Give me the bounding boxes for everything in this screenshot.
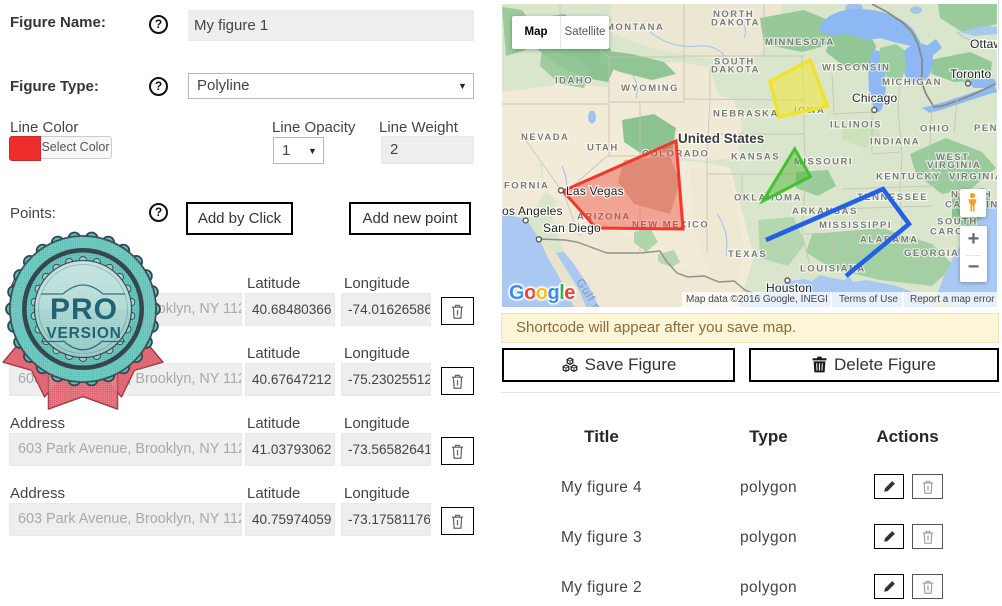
svg-text:MICHIGAN: MICHIGAN <box>882 77 942 88</box>
svg-text:Las Vegas: Las Vegas <box>566 184 624 198</box>
svg-text:San Diego: San Diego <box>543 221 601 235</box>
svg-text:PRO: PRO <box>50 293 118 326</box>
svg-text:Ottawa: Ottawa <box>970 37 997 51</box>
svg-text:Chicago: Chicago <box>852 91 898 105</box>
svg-text:INDIANA: INDIANA <box>870 137 920 148</box>
svg-text:MISSISSIPPI: MISSISSIPPI <box>819 220 892 231</box>
svg-text:VIRGINIA: VIRGINIA <box>949 172 997 183</box>
svg-text:ILLINOIS: ILLINOIS <box>830 120 882 131</box>
svg-text:WYOMING: WYOMING <box>621 83 679 94</box>
svg-text:VERSION: VERSION <box>46 325 121 342</box>
svg-text:VIRGINIA: VIRGINIA <box>927 160 981 171</box>
svg-text:MINNESOTA: MINNESOTA <box>765 37 835 48</box>
svg-text:KANSAS: KANSAS <box>731 152 780 163</box>
svg-text:WISCONSIN: WISCONSIN <box>822 63 890 74</box>
svg-text:NEBRASKA: NEBRASKA <box>713 109 779 120</box>
svg-text:United States: United States <box>678 131 764 146</box>
svg-text:MONTANA: MONTANA <box>606 22 664 33</box>
svg-text:Toronto: Toronto <box>950 67 992 81</box>
svg-text:IDAHO: IDAHO <box>555 76 593 87</box>
svg-text:GEORGIA: GEORGIA <box>904 248 959 259</box>
svg-text:DAKOTA: DAKOTA <box>711 65 760 76</box>
svg-text:TEXAS: TEXAS <box>728 249 767 260</box>
svg-text:DAKOTA: DAKOTA <box>711 18 760 29</box>
svg-text:UTAH: UTAH <box>587 143 619 154</box>
svg-text:FORNIA: FORNIA <box>504 181 549 192</box>
svg-text:PEN: PEN <box>974 123 997 134</box>
svg-text:NEVADA: NEVADA <box>521 132 569 143</box>
svg-text:OHIO: OHIO <box>920 124 950 135</box>
svg-text:KENTUCKY: KENTUCKY <box>876 172 941 183</box>
svg-text:os Angeles: os Angeles <box>502 204 563 218</box>
